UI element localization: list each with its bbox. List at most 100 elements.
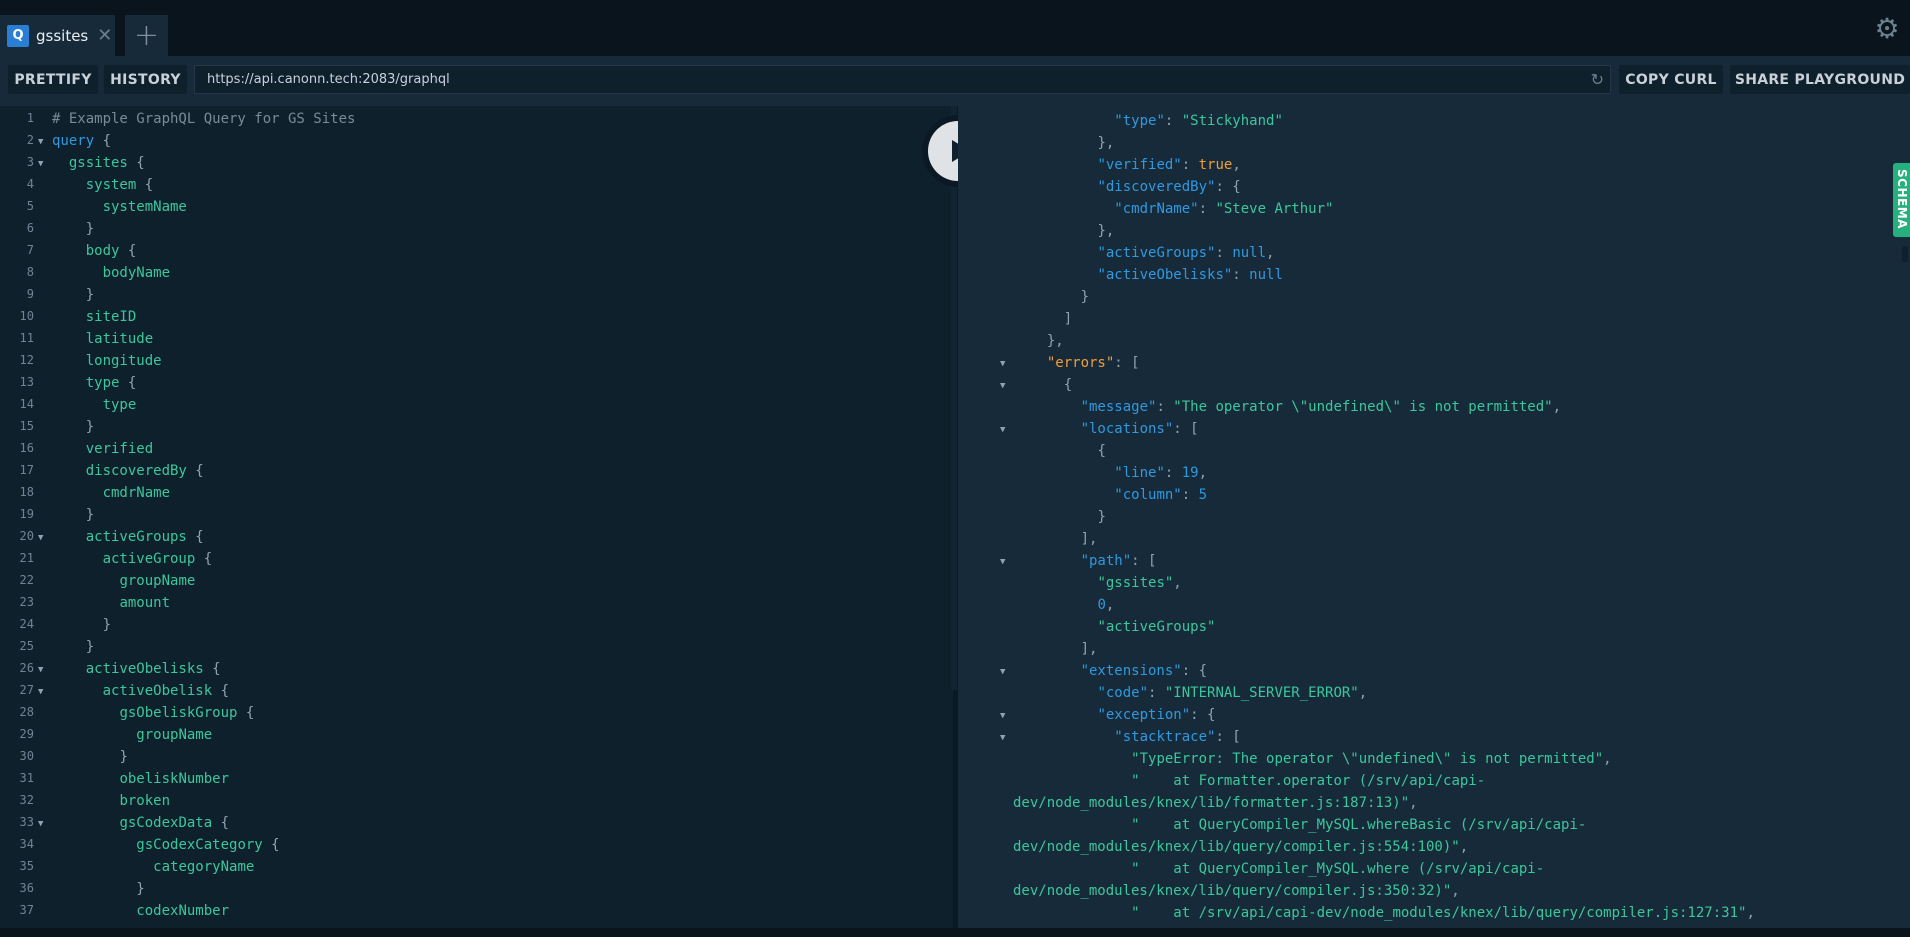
- json-text: "activeObelisks": null: [1097, 264, 1282, 286]
- fold-toggle-icon[interactable]: ▼: [38, 131, 43, 153]
- code-token: }: [85, 221, 95, 237]
- history-button[interactable]: HISTORY: [104, 65, 187, 94]
- pane-divider[interactable]: [951, 106, 957, 690]
- result-scrollbar[interactable]: [1902, 246, 1908, 262]
- code-token: {: [136, 177, 154, 193]
- line-number: 8: [26, 265, 34, 279]
- json-token: " at /srv/api/capi-dev/node_modules/knex…: [1131, 905, 1747, 921]
- code-text: }: [136, 878, 144, 900]
- code-token: groupName: [119, 573, 196, 589]
- fold-toggle-icon[interactable]: ▼: [38, 153, 43, 175]
- code-text: latitude: [86, 328, 153, 350]
- code-token: type: [85, 375, 120, 391]
- json-token: :: [1164, 465, 1182, 481]
- json-token: "message": [1080, 399, 1157, 415]
- json-token: ,: [1198, 465, 1208, 481]
- code-text: activeObelisk {: [103, 680, 229, 702]
- json-token: dev/node_modules/knex/lib/query/compiler…: [1013, 883, 1452, 899]
- json-text: "type": "Stickyhand": [1114, 110, 1283, 132]
- code-text: type: [103, 394, 137, 416]
- line-number: 21: [19, 551, 34, 565]
- json-token: },: [1097, 135, 1115, 151]
- code-token: cmdrName: [102, 485, 171, 501]
- line-number: 37: [19, 903, 34, 917]
- close-icon[interactable]: ✕: [97, 26, 112, 45]
- line-number: 33: [19, 815, 34, 829]
- json-text: }: [1097, 506, 1105, 528]
- code-text: gsCodexCategory {: [136, 834, 279, 856]
- endpoint-url-input[interactable]: https://api.canonn.tech:2083/graphql ↻: [194, 65, 1611, 94]
- json-token: :: [1181, 157, 1199, 173]
- schema-label: SCHEMA: [1895, 169, 1909, 229]
- json-token: :: [1156, 399, 1174, 415]
- json-token: ,: [1105, 597, 1115, 613]
- code-text: codexNumber: [136, 900, 229, 922]
- fold-toggle-icon[interactable]: ▼: [38, 527, 43, 549]
- fold-toggle-icon[interactable]: ▼: [1000, 727, 1005, 749]
- json-token: "extensions": [1080, 663, 1182, 679]
- code-text: categoryName: [153, 856, 254, 878]
- code-text: }: [86, 636, 94, 658]
- code-token: {: [262, 837, 280, 853]
- line-number: 29: [19, 727, 34, 741]
- json-token: "TypeError: The operator \"undefined\" i…: [1131, 751, 1604, 767]
- reload-icon[interactable]: ↻: [1591, 70, 1604, 89]
- json-text: "stacktrace": [: [1114, 726, 1240, 748]
- json-token: "verified": [1097, 157, 1182, 173]
- code-token: {: [212, 815, 230, 831]
- query-editor[interactable]: 1 # Example GraphQL Query for GS Sites 2 ▼ q…: [0, 106, 953, 928]
- json-text: "activeGroups": [1097, 616, 1215, 638]
- gear-icon[interactable]: ⚙: [1872, 14, 1902, 44]
- code-token: }: [85, 287, 95, 303]
- add-tab-button[interactable]: +: [125, 15, 168, 56]
- code-text: gsObeliskGroup {: [119, 702, 254, 724]
- json-token: 5: [1198, 487, 1208, 503]
- json-text: "activeGroups": null,: [1097, 242, 1274, 264]
- json-text: "verified": true,: [1097, 154, 1240, 176]
- fold-toggle-icon[interactable]: ▼: [1000, 375, 1005, 397]
- json-token: null: [1232, 245, 1267, 261]
- line-number: 13: [19, 375, 34, 389]
- json-token: }: [1097, 509, 1106, 525]
- json-token: "INTERNAL_SERVER_ERROR": [1164, 685, 1359, 701]
- fold-toggle-icon[interactable]: ▼: [1000, 353, 1005, 375]
- prettify-button[interactable]: PRETTIFY: [8, 65, 98, 94]
- json-token: ,: [1358, 685, 1368, 701]
- json-token: "errors": [1046, 355, 1115, 371]
- json-token: {: [1097, 443, 1106, 459]
- json-text: "locations": [: [1081, 418, 1199, 440]
- json-token: : {: [1181, 663, 1208, 679]
- code-text: activeGroups {: [86, 526, 204, 548]
- code-token: discoveredBy: [85, 463, 187, 479]
- json-text: "extensions": {: [1081, 660, 1207, 682]
- fold-toggle-icon[interactable]: ▼: [38, 681, 43, 703]
- fold-toggle-icon[interactable]: ▼: [1000, 705, 1005, 727]
- json-token: "code": [1097, 685, 1149, 701]
- code-token: siteID: [85, 309, 137, 325]
- fold-toggle-icon[interactable]: ▼: [38, 659, 43, 681]
- tab-gssites[interactable]: Q gssites ✕: [0, 15, 115, 56]
- fold-toggle-icon[interactable]: ▼: [38, 813, 43, 835]
- fold-toggle-icon[interactable]: ▼: [1000, 419, 1005, 441]
- json-token: "column": [1114, 487, 1182, 503]
- tab-title: gssites: [36, 26, 89, 45]
- line-number: 4: [26, 177, 34, 191]
- json-text: "column": 5: [1114, 484, 1207, 506]
- copy-curl-button[interactable]: COPY CURL: [1619, 65, 1723, 94]
- schema-tab[interactable]: SCHEMA: [1893, 163, 1910, 237]
- code-token: amount: [119, 595, 171, 611]
- line-number: 19: [19, 507, 34, 521]
- code-token: {: [119, 375, 137, 391]
- json-text: "TypeError: The operator \"undefined\" i…: [1131, 748, 1611, 770]
- line-number: 15: [19, 419, 34, 433]
- code-token: bodyName: [102, 265, 171, 281]
- result-viewer[interactable]: }, "type": "Stickyhand"}, "verified": true…: [958, 106, 1910, 932]
- code-text: }: [86, 218, 94, 240]
- fold-toggle-icon[interactable]: ▼: [1000, 661, 1005, 683]
- share-playground-button[interactable]: SHARE PLAYGROUND: [1730, 65, 1910, 94]
- code-text: systemName: [103, 196, 187, 218]
- code-text: longitude: [86, 350, 162, 372]
- json-text: 0,: [1097, 594, 1114, 616]
- line-number: 2: [26, 133, 34, 147]
- fold-toggle-icon[interactable]: ▼: [1000, 551, 1005, 573]
